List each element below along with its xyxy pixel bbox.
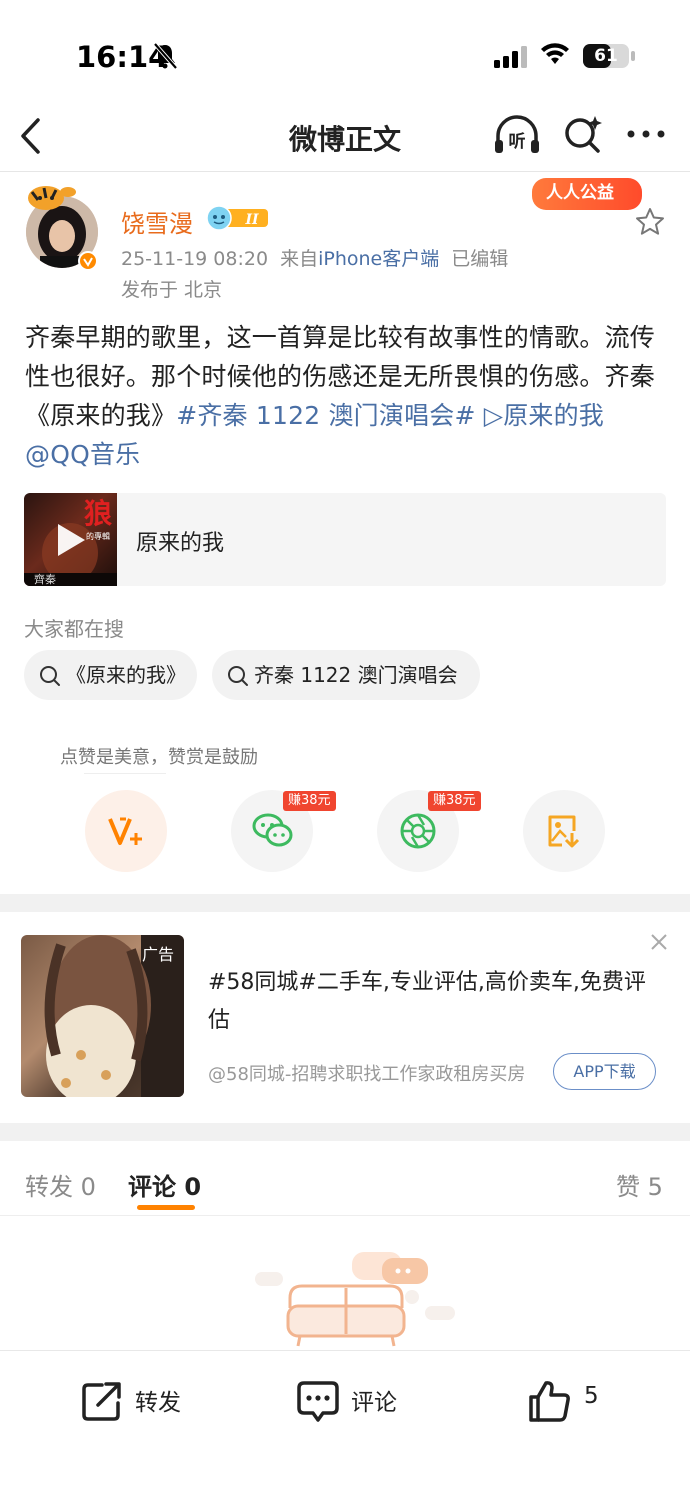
- status-bar: 16:14 61: [0, 0, 690, 100]
- album-cover-title: 狼: [84, 497, 112, 530]
- reward-v-plus-icon: [108, 817, 142, 845]
- favorite-star-icon[interactable]: [634, 206, 666, 238]
- bottom-action-bar: 转发 评论 5: [0, 1350, 690, 1500]
- tab-count: 0: [184, 1173, 202, 1201]
- active-tab-indicator: [137, 1205, 195, 1210]
- tab-label: 赞: [616, 1173, 640, 1201]
- nav-bar: 微博正文 听: [0, 100, 690, 172]
- interaction-tabs: 转发 0 评论 0 赞 5: [0, 1141, 690, 1216]
- hashtag-link[interactable]: #齐秦 1122 澳门演唱会#: [176, 401, 475, 430]
- reward-hint: 点赞是美意，赞赏是鼓励: [60, 747, 258, 768]
- tab-likes[interactable]: 赞 5: [616, 1167, 663, 1202]
- album-cover: 狼 的專輯 齊秦: [24, 493, 117, 586]
- tab-reposts[interactable]: 转发 0: [25, 1167, 96, 1202]
- trending-search-title: 大家都在搜: [24, 617, 124, 641]
- save-image-button[interactable]: [523, 790, 605, 872]
- post-meta: 25-11-19 08:20 来自iPhone客户端 已编辑: [121, 244, 508, 271]
- thumbs-up-icon: [529, 1381, 570, 1422]
- battery-indicator: 61: [583, 44, 629, 68]
- search-chip-label: 《原来的我》: [66, 663, 186, 687]
- ad-title[interactable]: #58同城#二手车,专业评估,高价卖车,免费评估: [208, 964, 658, 1040]
- music-link[interactable]: ▷原来的我: [476, 401, 604, 430]
- empty-sofa-illustration: [255, 1252, 455, 1347]
- reward-button[interactable]: [85, 790, 167, 872]
- source-prefix: 来自: [280, 248, 319, 270]
- ad-label: 广告: [141, 945, 174, 964]
- tab-count: 0: [80, 1173, 96, 1201]
- source-client-link[interactable]: iPhone客户端: [318, 248, 439, 270]
- save-image-icon: [548, 815, 580, 848]
- section-divider: [0, 894, 690, 912]
- earn-badge: 赚38元: [428, 791, 481, 811]
- tab-count: 5: [647, 1173, 663, 1201]
- tab-label: 评论: [128, 1173, 176, 1201]
- bell-muted-icon: [153, 42, 178, 70]
- repost-button[interactable]: 转发: [80, 1379, 190, 1423]
- search-chip[interactable]: 齐秦 1122 澳门演唱会: [212, 650, 480, 700]
- more-options-icon[interactable]: [626, 124, 666, 144]
- avatar[interactable]: [24, 184, 100, 270]
- battery-percent: 61: [594, 46, 618, 66]
- reward-hint-divider: [84, 773, 166, 774]
- moments-aperture-icon: [400, 813, 436, 849]
- play-icon[interactable]: [54, 521, 88, 559]
- like-button[interactable]: 5: [527, 1379, 607, 1423]
- share-arrow-icon: [82, 1382, 121, 1421]
- close-icon[interactable]: [649, 932, 669, 952]
- charity-badge[interactable]: 人人公益: [532, 178, 642, 210]
- comment-button[interactable]: 评论: [296, 1379, 406, 1423]
- battery-tip: [631, 51, 635, 61]
- listen-headphones-icon[interactable]: 听: [492, 114, 542, 156]
- edited-label[interactable]: 已编辑: [451, 248, 508, 270]
- comment-label: 评论: [351, 1390, 397, 1416]
- author-name[interactable]: 饶雪漫: [121, 204, 193, 239]
- tab-label: 转发: [25, 1173, 73, 1201]
- search-icon: [40, 666, 60, 686]
- ad-source: @58同城-招聘求职找工作家政租房买房: [208, 1064, 526, 1085]
- ad-image[interactable]: 广告: [21, 935, 184, 1097]
- app-download-button[interactable]: APP下载: [553, 1053, 656, 1090]
- search-chip[interactable]: 《原来的我》: [24, 650, 197, 700]
- like-count: 5: [584, 1383, 599, 1409]
- svg-text:听: 听: [509, 131, 526, 152]
- wifi-icon: [541, 43, 569, 64]
- earn-badge: 赚38元: [283, 791, 336, 811]
- member-level-badge[interactable]: II: [204, 205, 270, 231]
- tab-comments[interactable]: 评论 0: [128, 1167, 201, 1202]
- section-divider: [0, 1123, 690, 1141]
- music-title: 原来的我: [136, 531, 225, 556]
- verified-icon: [78, 251, 98, 270]
- svg-text:II: II: [244, 212, 259, 228]
- post-timestamp: 25-11-19 08:20: [121, 248, 269, 270]
- post-body: 齐秦早期的歌里，这一首算是比较有故事性的情歌。流传性也很好。那个时候他的伤感还是…: [25, 318, 670, 474]
- search-chip-label: 齐秦 1122 澳门演唱会: [254, 663, 458, 687]
- music-card[interactable]: 狼 的專輯 齊秦 原来的我: [24, 493, 666, 586]
- mention-link[interactable]: @QQ音乐: [25, 440, 140, 469]
- repost-label: 转发: [135, 1390, 181, 1416]
- wechat-icon: [252, 813, 293, 847]
- search-icon[interactable]: [562, 114, 604, 156]
- signal-icon: [494, 46, 527, 68]
- comment-bubble-icon: [297, 1381, 339, 1422]
- search-icon: [228, 666, 248, 686]
- album-cover-artist: 齊秦: [34, 572, 56, 586]
- album-cover-subtitle: 的專輯: [86, 531, 110, 541]
- post-location: 发布于 北京: [121, 279, 223, 301]
